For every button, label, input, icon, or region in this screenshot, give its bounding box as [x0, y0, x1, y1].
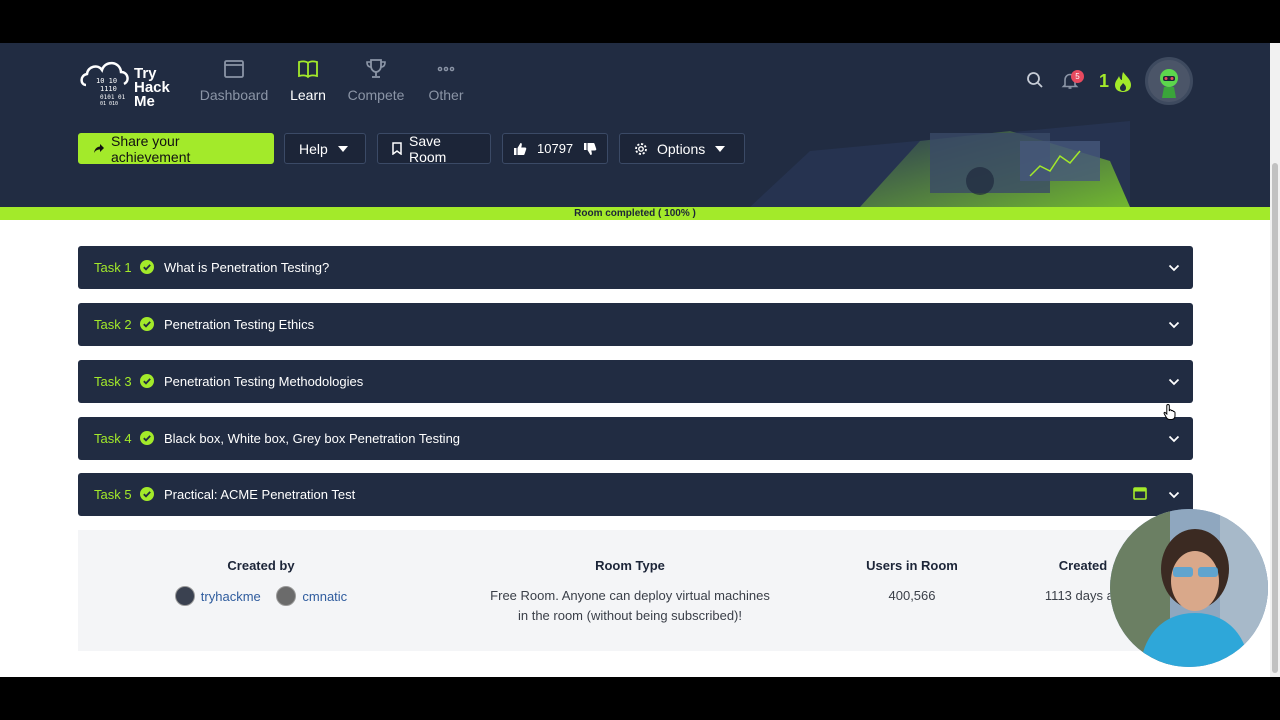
chevron-down-icon [1168, 264, 1180, 272]
flame-icon [1115, 72, 1131, 92]
creator-name: tryhackme [200, 588, 261, 604]
users-value: 400,566 [888, 588, 936, 603]
created-by-column: Created by tryhackme cmnatic [158, 558, 364, 609]
task-accordion-1[interactable]: Task 1 What is Penetration Testing? [78, 246, 1193, 289]
nav-compete[interactable]: Compete [336, 57, 416, 103]
progress-label: Room completed ( 100% ) [574, 208, 696, 219]
logo-line-3: Me [134, 93, 155, 110]
logo-text: Try Hack Me [134, 66, 170, 110]
task-number: Task 3 [94, 374, 132, 389]
notification-badge: 5 [1071, 70, 1084, 83]
chevron-down-icon [1168, 491, 1180, 499]
trophy-icon [366, 59, 386, 78]
help-label: Help [299, 140, 328, 157]
task-number: Task 4 [94, 431, 132, 446]
task-accordion-4[interactable]: Task 4 Black box, White box, Grey box Pe… [78, 417, 1193, 460]
thumbs-up-icon[interactable] [513, 142, 527, 156]
room-progress-bar: Room completed ( 100% ) [0, 207, 1270, 220]
chevron-down-icon [1168, 321, 1180, 329]
nav-other-label: Other [428, 87, 464, 103]
check-circle-icon [140, 487, 154, 501]
room-info-panel: Created by tryhackme cmnatic Room Type F… [78, 530, 1193, 651]
svg-text:10 10: 10 10 [96, 77, 117, 85]
svg-text:0101 01: 0101 01 [100, 94, 126, 101]
caret-down-icon [715, 145, 726, 152]
webcam-overlay [1110, 509, 1268, 667]
likes-count: 10797 [537, 141, 574, 156]
task-number: Task 1 [94, 260, 132, 275]
options-dropdown[interactable]: Options [619, 133, 745, 164]
cloud-logo-icon: 10 10 1110 0101 01 01 010 [80, 61, 129, 107]
caret-down-icon [337, 145, 348, 152]
tryhackme-logo[interactable]: 10 10 1110 0101 01 01 010 Try Hack Me [78, 53, 188, 113]
nav-compete-label: Compete [347, 87, 405, 103]
creator-link[interactable]: tryhackme [174, 586, 261, 606]
share-achievement-button[interactable]: Share your achievement [78, 132, 274, 165]
check-circle-icon [140, 317, 154, 331]
gear-icon [635, 142, 647, 155]
creator-name: cmnatic [302, 588, 348, 604]
created-by-heading: Created by [227, 558, 295, 573]
users-heading: Users in Room [866, 558, 958, 573]
creator-avatar [276, 586, 297, 606]
hand-cursor-icon [1163, 403, 1176, 420]
avatar-robot-icon [1148, 60, 1190, 102]
task-title: What is Penetration Testing? [164, 260, 330, 275]
machine-window-icon [1133, 487, 1147, 500]
thumbs-down-icon[interactable] [583, 142, 597, 156]
webcam-person-image [1110, 509, 1268, 667]
task-title: Practical: ACME Penetration Test [164, 487, 356, 502]
task-accordion-5[interactable]: Task 5 Practical: ACME Penetration Test [78, 473, 1193, 516]
chevron-down-icon [1168, 378, 1180, 386]
check-circle-icon [140, 431, 154, 445]
streak-count: 1 [1099, 71, 1110, 91]
browser-viewport: 10 10 1110 0101 01 01 010 Try Hack Me Da… [0, 43, 1270, 677]
svg-text:01 010: 01 010 [100, 101, 118, 107]
creator-avatar [174, 586, 195, 606]
task-number: Task 5 [94, 487, 132, 502]
options-label: Options [657, 140, 706, 157]
more-icon [437, 66, 455, 72]
task-title: Penetration Testing Methodologies [164, 374, 364, 389]
avatar[interactable] [1145, 57, 1193, 105]
room-banner: Share your achievement Help Save Room 10… [0, 121, 1270, 207]
users-column: Users in Room 400,566 [852, 558, 972, 606]
window-icon [224, 60, 244, 78]
creator-list: tryhackme cmnatic [158, 586, 364, 609]
chevron-down-icon [1168, 435, 1180, 443]
task-title: Penetration Testing Ethics [164, 317, 315, 332]
share-label: Share your achievement [111, 132, 191, 165]
help-dropdown[interactable]: Help [284, 133, 366, 164]
task-number: Task 2 [94, 317, 132, 332]
banner-illustration [750, 121, 1130, 207]
nav-dashboard[interactable]: Dashboard [194, 57, 274, 103]
save-room-button[interactable]: Save Room [377, 132, 491, 165]
share-icon [94, 143, 104, 153]
vote-group: 10797 [502, 133, 608, 164]
search-icon[interactable] [1026, 71, 1044, 89]
nav-other[interactable]: Other [406, 57, 486, 103]
task-accordion-3[interactable]: Task 3 Penetration Testing Methodologies [78, 360, 1193, 403]
nav-learn-label: Learn [290, 87, 326, 103]
room-type-line-1: Free Room. Anyone can deploy virtual mac… [490, 588, 770, 603]
check-circle-icon [140, 260, 154, 274]
nav-dashboard-label: Dashboard [199, 87, 269, 103]
creator-link[interactable]: cmnatic [276, 586, 347, 606]
page-scrollbar[interactable] [1270, 43, 1280, 677]
save-room-label: Save Room [409, 132, 447, 165]
task-accordion-2[interactable]: Task 2 Penetration Testing Ethics [78, 303, 1193, 346]
top-navbar: 10 10 1110 0101 01 01 010 Try Hack Me Da… [0, 43, 1270, 121]
task-title: Black box, White box, Grey box Penetrati… [164, 431, 461, 446]
book-icon [298, 60, 318, 79]
bookmark-icon [392, 142, 402, 155]
scrollbar-thumb[interactable] [1272, 163, 1278, 673]
svg-text:1110: 1110 [100, 85, 117, 93]
room-type-heading: Room Type [595, 558, 665, 573]
room-type-column: Room Type Free Room. Anyone can deploy v… [470, 558, 790, 626]
check-circle-icon [140, 374, 154, 388]
room-type-line-2: in the room (without being subscribed)! [517, 608, 742, 623]
